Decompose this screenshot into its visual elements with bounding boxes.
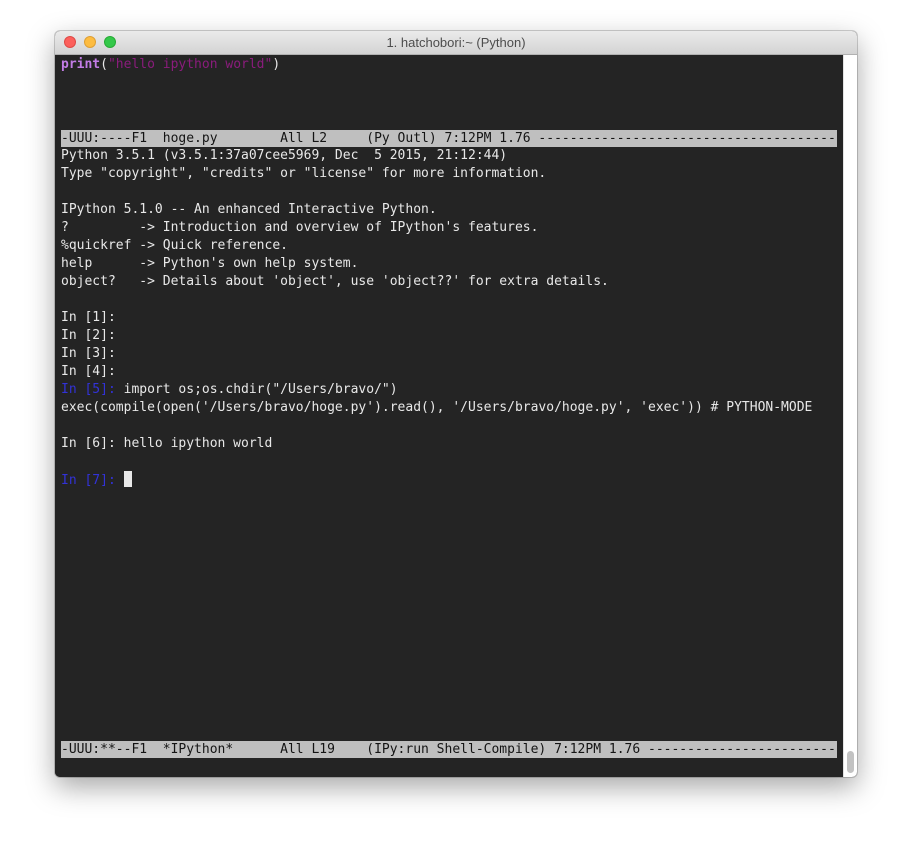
- shell-input-line[interactable]: In [7]:: [61, 471, 132, 489]
- shell-command: import os;os.chdir("/Users/bravo/"): [115, 382, 398, 397]
- shell-prompt: In [3]:: [61, 346, 116, 361]
- modeline-ipython: -UUU:**--F1 *IPython* All L19 (IPy:run S…: [61, 741, 837, 758]
- shell-prompt: In [2]:: [61, 328, 116, 343]
- scrollbar-thumb[interactable]: [847, 751, 854, 773]
- banner-line: ? -> Introduction and overview of IPytho…: [61, 220, 539, 235]
- banner-line: Type "copyright", "credits" or "license"…: [61, 166, 547, 181]
- shell-prompt: In [1]:: [61, 310, 116, 325]
- title-bar: 1. hatchobori:~ (Python): [55, 31, 857, 55]
- exec-line: exec(compile(open('/Users/bravo/hoge.py'…: [61, 400, 813, 415]
- banner-line: IPython 5.1.0 -- An enhanced Interactive…: [61, 202, 437, 217]
- text-cursor: [123, 471, 132, 487]
- editor-code-line[interactable]: print("hello ipython world"): [61, 56, 280, 74]
- banner-line: %quickref -> Quick reference.: [61, 238, 288, 253]
- shell-prompt-5: In [5]:: [61, 382, 116, 397]
- shell-prompt-7: In [7]:: [61, 473, 116, 488]
- modeline-hoge-py: -UUU:----F1 hoge.py All L2 (Py Outl) 7:1…: [61, 130, 837, 147]
- vertical-scrollbar[interactable]: [843, 55, 857, 777]
- terminal-content[interactable]: print("hello ipython world") -UUU:----F1…: [55, 55, 843, 777]
- shell-output-line: In [6]: hello ipython world: [61, 436, 273, 451]
- banner-line: Python 3.5.1 (v3.5.1:37a07cee5969, Dec 5…: [61, 148, 508, 163]
- terminal-window: 1. hatchobori:~ (Python) print("hello ip…: [55, 31, 857, 777]
- code-close-paren: ): [272, 57, 281, 72]
- code-open-paren: (: [100, 57, 108, 72]
- code-function: print: [61, 57, 101, 72]
- shell-prompt-5-line: In [5]: import os;os.chdir("/Users/bravo…: [61, 381, 398, 399]
- code-string: "hello ipython world": [107, 57, 273, 72]
- window-title: 1. hatchobori:~ (Python): [386, 35, 526, 50]
- shell-prompt: In [4]:: [61, 364, 116, 379]
- banner-line: object? -> Details about 'object', use '…: [61, 274, 609, 289]
- banner-line: help -> Python's own help system.: [61, 256, 359, 271]
